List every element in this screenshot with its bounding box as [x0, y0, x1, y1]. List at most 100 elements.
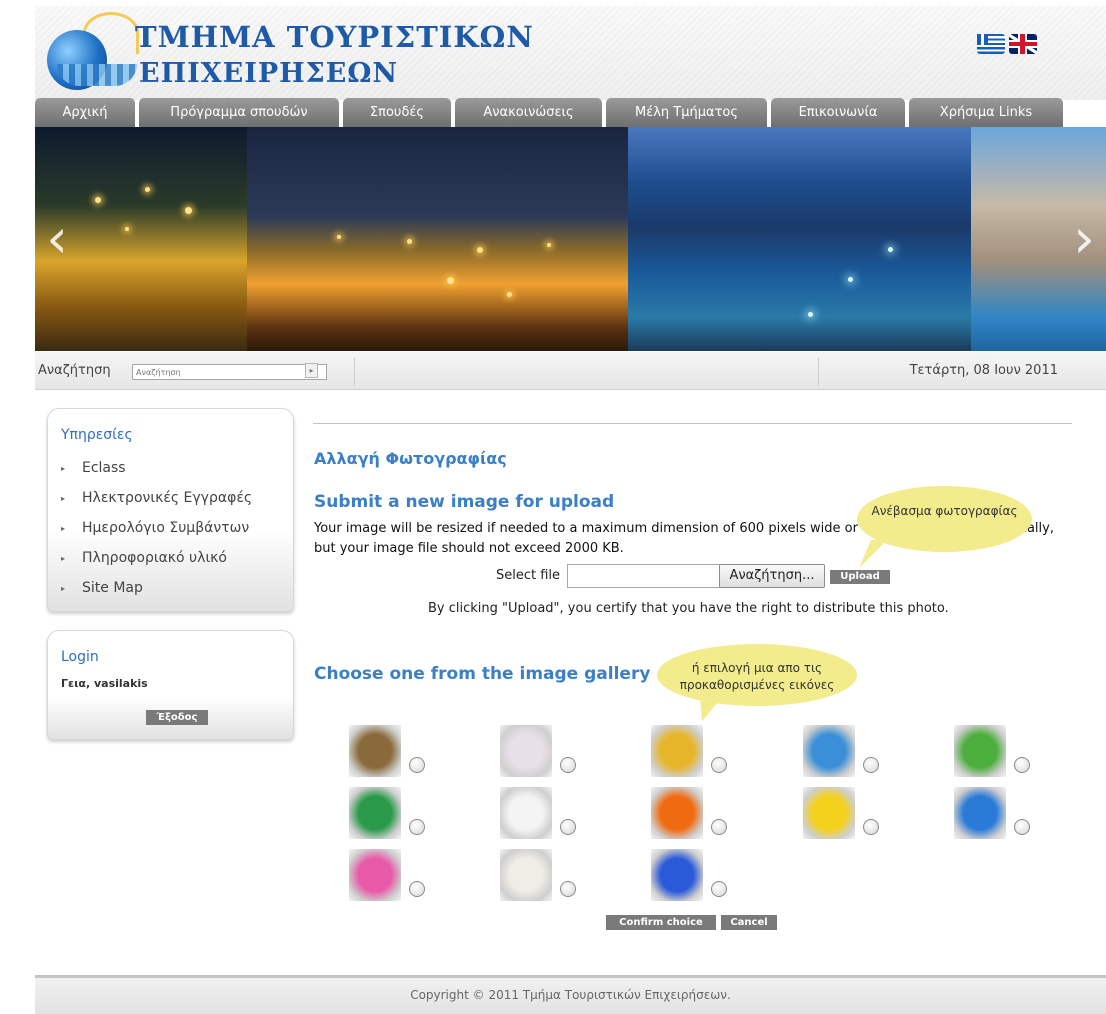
race-car-thumbnail[interactable] — [651, 725, 703, 777]
service-item-info-material[interactable]: ▸ Πληροφοριακό υλικό — [61, 549, 252, 579]
image-slider: ‹ › — [35, 127, 1106, 351]
confirm-choice-button[interactable]: Confirm choice — [606, 915, 716, 930]
gallery-item[interactable] — [803, 787, 883, 845]
karate-thumbnail[interactable] — [500, 725, 552, 777]
upload-callout: Ανέβασμα φωτογραφίας — [857, 486, 1032, 552]
nav-tab-studies[interactable]: Σπουδές — [343, 98, 451, 127]
service-item-site-map[interactable]: ▸ Site Map — [61, 579, 252, 609]
gallery-item[interactable] — [500, 725, 580, 783]
search-go-icon[interactable]: ▸ — [305, 363, 318, 378]
nav-tab-curriculum[interactable]: Πρόγραμμα σπουδών — [139, 98, 339, 127]
gallery-callout-line1: ή επιλογή μια απο τις — [691, 661, 823, 675]
fish-thumbnail[interactable] — [954, 787, 1006, 839]
dog-thumbnail[interactable] — [500, 849, 552, 901]
browse-button[interactable]: Αναζήτηση... — [719, 564, 825, 588]
copyright-text: Copyright © 2011 Τμήμα Τουριστικών Επιχε… — [410, 988, 731, 1002]
gallery-radio[interactable] — [711, 757, 727, 773]
slider-next-icon[interactable]: › — [1068, 209, 1100, 269]
gallery-radio[interactable] — [863, 757, 879, 773]
flower-thumbnail[interactable] — [651, 787, 703, 839]
main-nav: Αρχική Πρόγραμμα σπουδών Σπουδές Ανακοιν… — [35, 98, 1106, 128]
rubber-duck-thumbnail[interactable] — [803, 787, 855, 839]
gallery-radio[interactable] — [560, 819, 576, 835]
slide-fortress-port — [628, 127, 971, 351]
greek-flag-icon[interactable] — [977, 34, 1005, 54]
butterfly-thumbnail[interactable] — [651, 849, 703, 901]
gallery-item[interactable] — [803, 725, 883, 783]
page-title: Αλλαγή Φωτογραφίας — [314, 449, 507, 468]
gallery-heading: Choose one from the image gallery — [314, 664, 651, 684]
gallery-radio[interactable] — [863, 819, 879, 835]
gallery-radio[interactable] — [1014, 757, 1030, 773]
gallery-callout-line2: προκαθορισμένες εικόνες — [679, 678, 835, 692]
soccer-ball-thumbnail[interactable] — [500, 787, 552, 839]
gallery-item[interactable] — [954, 787, 1034, 845]
nav-tab-home[interactable]: Αρχική — [35, 98, 135, 127]
upload-heading: Submit a new image for upload — [314, 492, 615, 512]
current-date: Τετάρτη, 08 Ιουν 2011 — [909, 363, 1058, 378]
file-path-field[interactable] — [567, 564, 720, 588]
gallery-radio[interactable] — [1014, 819, 1030, 835]
gallery-radio[interactable] — [409, 881, 425, 897]
divider — [818, 358, 819, 386]
gallery-radio[interactable] — [560, 757, 576, 773]
language-switcher — [977, 34, 1037, 54]
gallery-item[interactable] — [349, 849, 429, 907]
nav-tab-staff[interactable]: Μέλη Τμήματος — [606, 98, 767, 127]
gallery-radio[interactable] — [409, 819, 425, 835]
gallery-item[interactable] — [500, 849, 580, 907]
service-item-label: Eclass — [82, 460, 126, 476]
gallery-radio[interactable] — [409, 757, 425, 773]
service-item-label: Ηλεκτρονικές Εγγραφές — [82, 490, 253, 506]
bullet-icon: ▸ — [61, 584, 66, 593]
uk-flag-icon[interactable] — [1009, 34, 1037, 54]
service-item-label: Πληροφοριακό υλικό — [82, 550, 227, 566]
nav-tab-announcements[interactable]: Ανακοινώσεις — [455, 98, 602, 127]
logo-title-line1: ΤΜΗΜΑ ΤΟΥΡΙΣΤΙΚΩΝ — [135, 20, 534, 54]
services-list: ▸ Eclass ▸ Ηλεκτρονικές Εγγραφές ▸ Ημερολόγ… — [61, 459, 252, 609]
bullet-icon: ▸ — [61, 554, 66, 563]
service-item-label: Site Map — [82, 580, 143, 596]
site-header: ΤΜΗΜΑ ΤΟΥΡΙΣΤΙΚΩΝ ΕΠΙΧΕΙΡΗΣΕΩΝ — [35, 6, 1106, 100]
gallery-radio[interactable] — [560, 881, 576, 897]
service-item-eclass[interactable]: ▸ Eclass — [61, 459, 252, 489]
gallery-item[interactable] — [954, 725, 1034, 783]
bullet-icon: ▸ — [61, 524, 66, 533]
slider-prev-icon[interactable]: ‹ — [41, 209, 73, 269]
nav-tab-useful-links[interactable]: Χρήσιμα Links — [909, 98, 1063, 127]
gallery-radio[interactable] — [711, 881, 727, 897]
gallery-callout: ή επιλογή μια απο τις προκαθορισμένες ει… — [657, 644, 857, 706]
service-item-label: Ημερολόγιο Συμβάντων — [82, 520, 250, 536]
gallery-item[interactable] — [349, 787, 429, 845]
search-input[interactable] — [132, 364, 327, 380]
skateboarder-thumbnail[interactable] — [349, 787, 401, 839]
gallery-radio[interactable] — [711, 819, 727, 835]
gallery-item[interactable] — [349, 725, 429, 783]
select-file-label: Select file — [496, 568, 561, 583]
gallery-item[interactable] — [651, 725, 731, 783]
logout-button[interactable]: Έξοδος — [146, 710, 208, 725]
login-title: Login — [61, 649, 99, 665]
search-bar: Αναζήτηση ▸ Τετάρτη, 08 Ιουν 2011 — [35, 352, 1106, 390]
gallery-item[interactable] — [651, 849, 731, 907]
cancel-button[interactable]: Cancel — [721, 915, 777, 930]
airplane-thumbnail[interactable] — [803, 725, 855, 777]
services-box: Υπηρεσίες ▸ Eclass ▸ Ηλεκτρονικές Εγγραφές… — [47, 408, 294, 612]
logo-title-line2: ΕΠΙΧΕΙΡΗΣΕΩΝ — [139, 58, 399, 89]
guitar-thumbnail[interactable] — [349, 725, 401, 777]
user-greeting: Γεια, vasilakis — [61, 677, 148, 690]
gallery-item[interactable] — [500, 787, 580, 845]
pink-flower-thumbnail[interactable] — [349, 849, 401, 901]
upload-callout-text: Ανέβασμα φωτογραφίας — [871, 504, 1018, 518]
gallery-item[interactable] — [651, 787, 731, 845]
upload-button[interactable]: Upload — [830, 570, 890, 584]
services-title: Υπηρεσίες — [61, 427, 133, 443]
frog-thumbnail[interactable] — [954, 725, 1006, 777]
bullet-icon: ▸ — [61, 494, 66, 503]
divider — [313, 423, 1072, 424]
nav-tab-contact[interactable]: Επικοινωνία — [771, 98, 905, 127]
service-item-registrations[interactable]: ▸ Ηλεκτρονικές Εγγραφές — [61, 489, 252, 519]
site-logo[interactable]: ΤΜΗΜΑ ΤΟΥΡΙΣΤΙΚΩΝ ΕΠΙΧΕΙΡΗΣΕΩΝ — [47, 12, 533, 96]
service-item-calendar[interactable]: ▸ Ημερολόγιο Συμβάντων — [61, 519, 252, 549]
login-box: Login Γεια, vasilakis Έξοδος — [47, 630, 294, 740]
